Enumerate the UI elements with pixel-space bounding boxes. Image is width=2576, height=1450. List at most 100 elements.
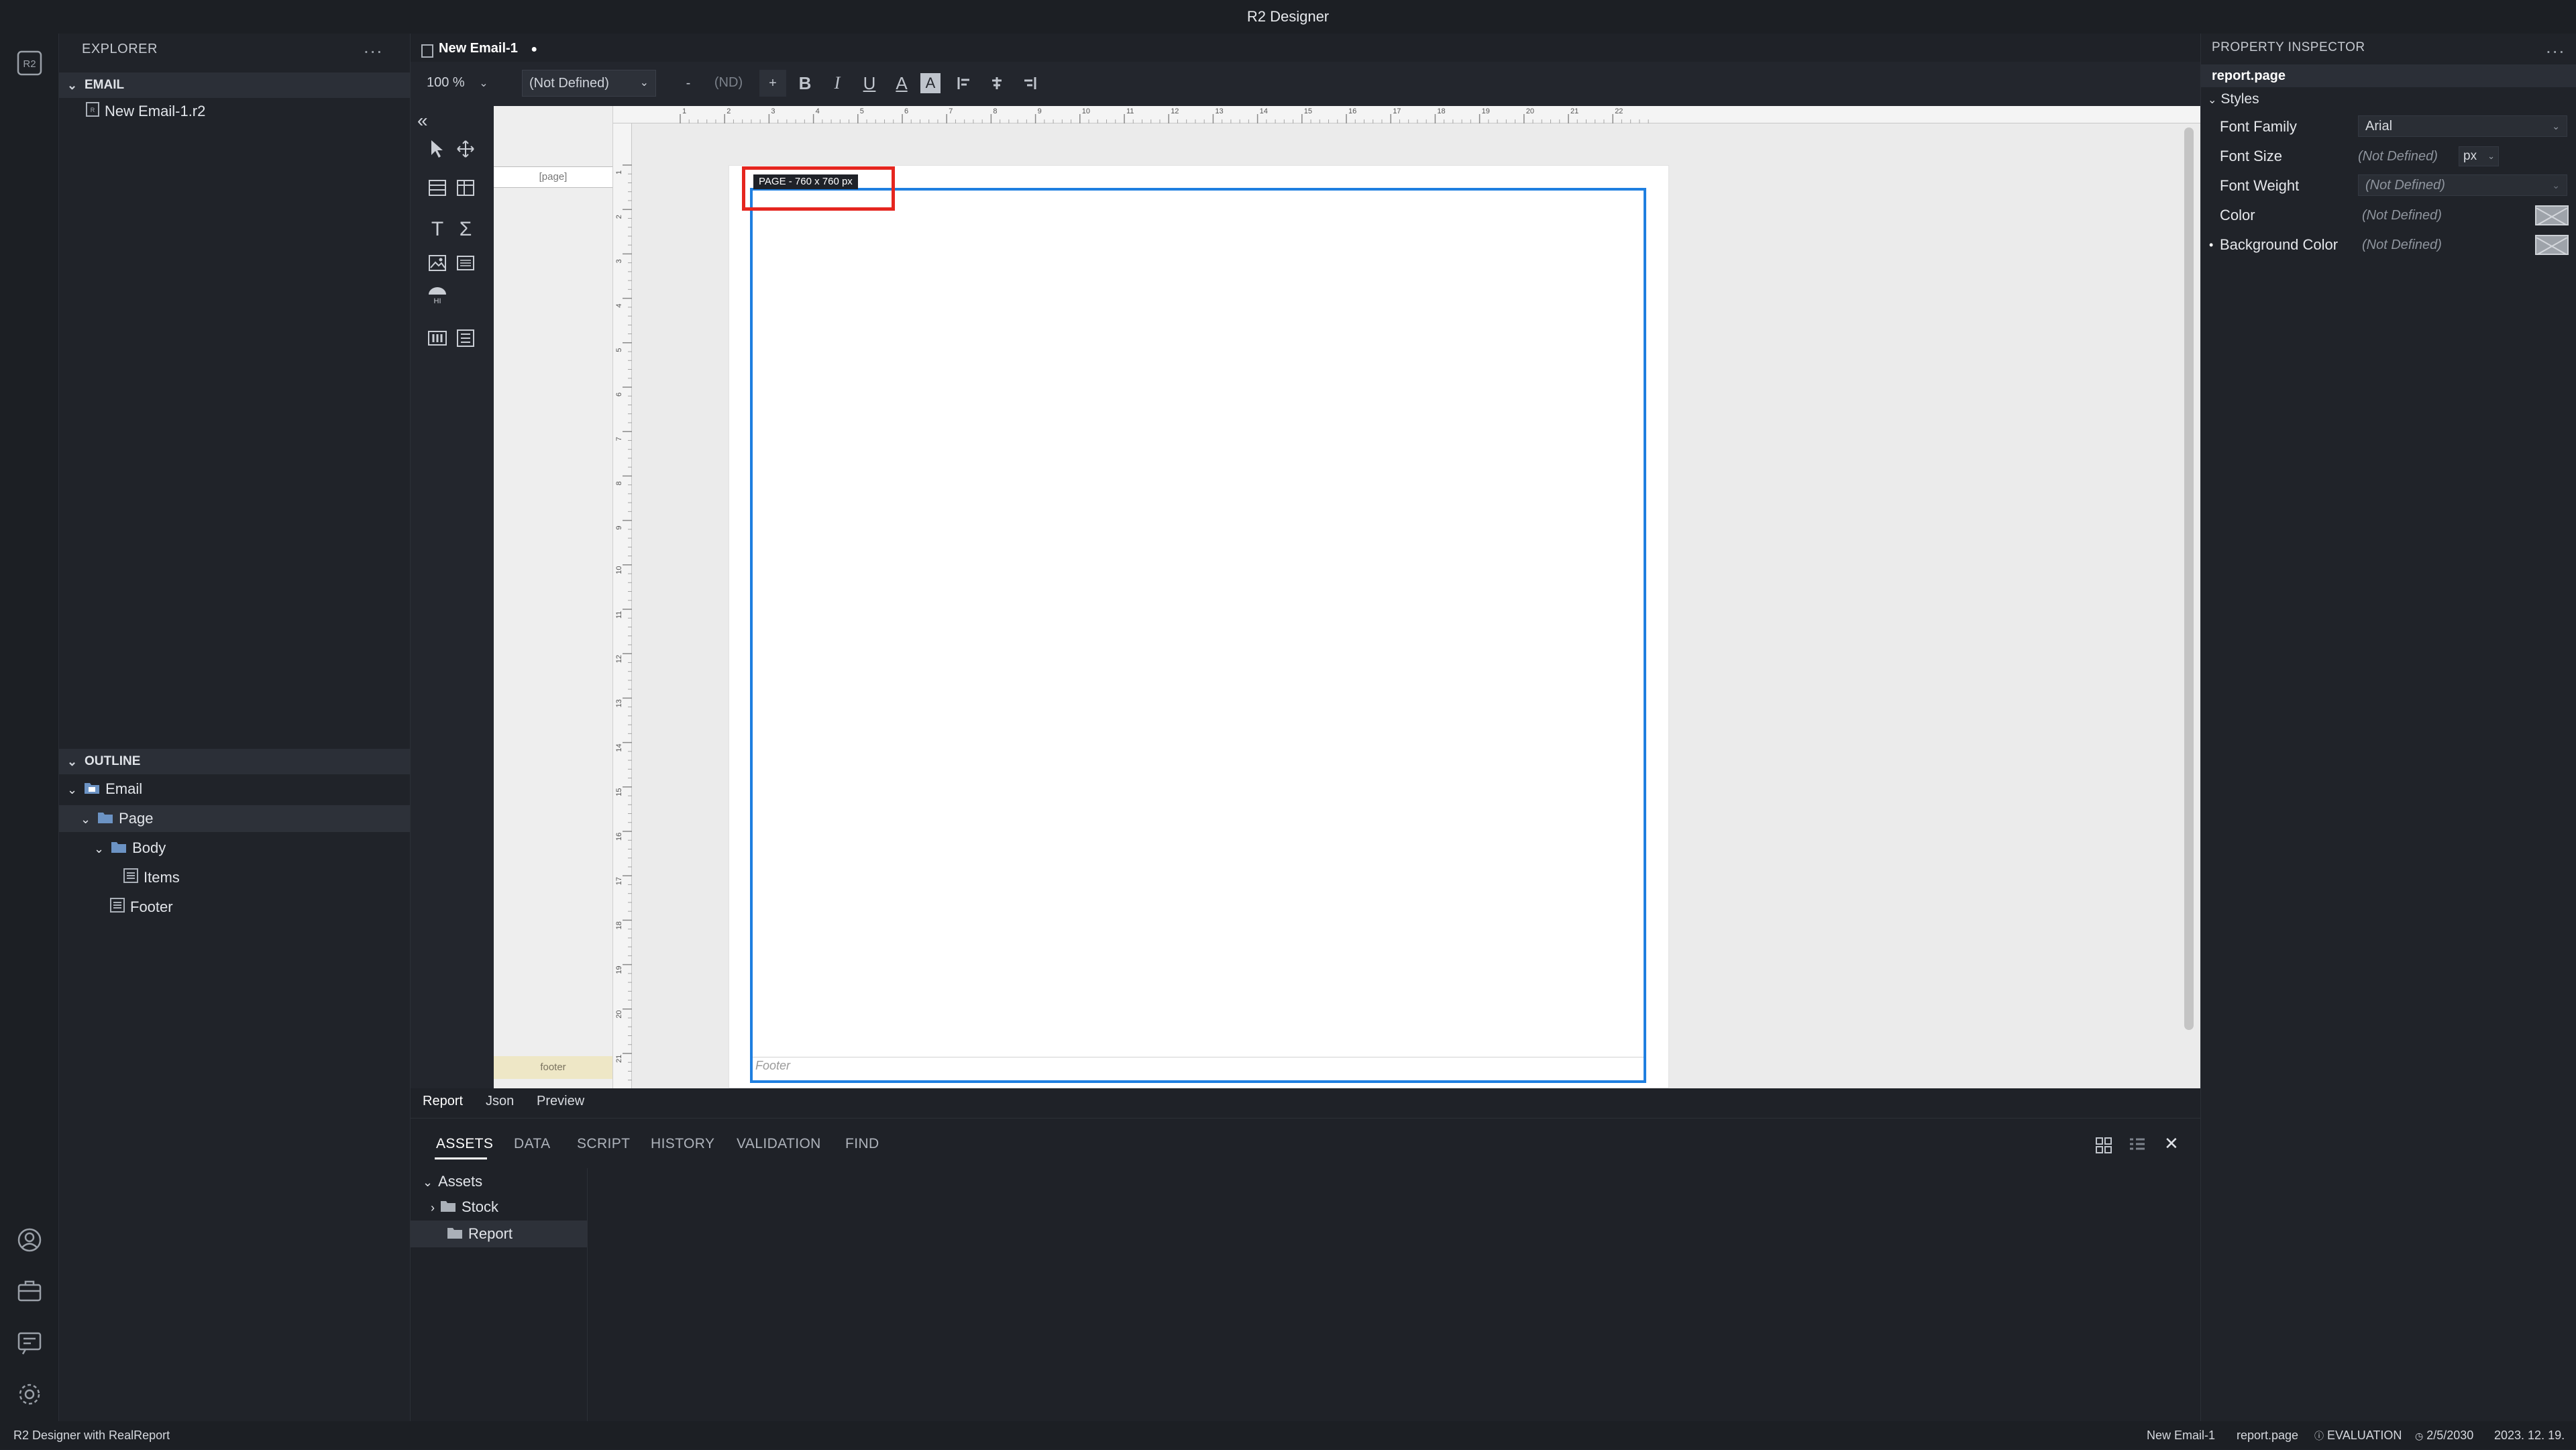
zoom-input[interactable]: 100 % (420, 70, 474, 97)
summary-tool-icon[interactable]: Σ (452, 216, 479, 243)
inspector-target: report.page (2201, 64, 2576, 87)
tab-assets[interactable]: ASSETS (436, 1136, 493, 1152)
footer-band-label[interactable]: Footer (755, 1059, 790, 1073)
outline-item-body[interactable]: ⌄ Body (59, 835, 410, 862)
ruler-label: 19 (1482, 107, 1490, 115)
assets-stock[interactable]: › Stock (431, 1194, 498, 1221)
italic-button[interactable]: I (824, 70, 851, 97)
assets-report[interactable]: Report (411, 1221, 587, 1247)
briefcase-icon[interactable] (15, 1276, 44, 1306)
font-family-select[interactable]: Arial ⌄ (2358, 115, 2567, 137)
feedback-icon[interactable] (15, 1329, 44, 1358)
color-swatch[interactable] (2535, 205, 2569, 226)
tool-palette: « T Σ HI (411, 106, 494, 1088)
tab-data[interactable]: DATA (514, 1136, 551, 1152)
font-size-increase-button[interactable]: + (759, 70, 786, 97)
table-tool-icon[interactable] (452, 174, 479, 201)
barcode-tool-icon[interactable] (452, 250, 479, 276)
status-document[interactable]: New Email-1 (2147, 1421, 2215, 1449)
prop-font-size: Font Size (Not Defined) px ⌄ (2201, 142, 2576, 170)
status-target[interactable]: report.page (2237, 1421, 2298, 1449)
font-size-input[interactable]: (Not Defined) (2358, 142, 2438, 170)
ruler-label: 6 (615, 393, 623, 397)
text-tool-icon[interactable]: T (424, 216, 451, 243)
background-color-button[interactable]: A (920, 73, 941, 93)
chevron-right-icon: › (431, 1201, 435, 1214)
select-tool-icon[interactable] (424, 136, 451, 162)
ruler-label: 11 (615, 611, 623, 619)
grid-view-icon[interactable] (2094, 1136, 2113, 1158)
ruler-label: 4 (615, 303, 623, 307)
columns-tool-icon[interactable] (424, 325, 451, 352)
expiry-label: 2/5/2030 (2426, 1429, 2474, 1442)
prop-label: Color (2220, 207, 2255, 223)
align-right-icon[interactable] (1016, 70, 1042, 97)
outline-item-page[interactable]: ⌄ Page (59, 805, 410, 832)
html-tool-icon[interactable]: HI (424, 282, 451, 309)
prop-label: Background Color (2220, 236, 2339, 253)
chevron-down-icon: ⌄ (2552, 180, 2560, 191)
tab-find[interactable]: FIND (845, 1136, 879, 1152)
list-icon (110, 894, 125, 921)
outline-item-items[interactable]: Items (59, 864, 410, 891)
view-tab-json[interactable]: Json (486, 1094, 514, 1109)
list-tool-icon[interactable] (452, 325, 479, 352)
page-selection-frame[interactable] (750, 188, 1646, 1083)
active-tab-indicator (435, 1157, 487, 1159)
outline-section-header[interactable]: ⌄ OUTLINE (59, 749, 410, 774)
vertical-ruler: 1 2 3 4 5 6 7 8 9 10 11 12 13 14 15 16 17 18 19 20 21 (613, 123, 632, 1088)
file-item[interactable]: R New Email-1.r2 (86, 98, 205, 125)
close-panel-button[interactable]: ✕ (2164, 1133, 2179, 1154)
inspector-more-button[interactable]: ... (2546, 36, 2565, 58)
styles-group-header[interactable]: ⌄ Styles (2208, 91, 2259, 107)
outline-item-label: Footer (130, 898, 173, 915)
font-color-button[interactable]: A (888, 70, 915, 97)
assets-root[interactable]: ⌄ Assets (423, 1168, 482, 1195)
font-size-unit-select[interactable]: px ⌄ (2459, 146, 2499, 166)
font-weight-select[interactable]: (Not Defined) ⌄ (2358, 174, 2567, 196)
zoom-dropdown-chevron-icon[interactable]: ⌄ (474, 70, 494, 97)
move-tool-icon[interactable] (452, 136, 479, 162)
font-size-input[interactable]: (ND) (702, 70, 755, 97)
canvas-scrollbar[interactable] (2184, 127, 2194, 1030)
svg-text:R2: R2 (23, 58, 36, 70)
outline-item-label: Page (119, 810, 154, 827)
chevron-down-icon: ⌄ (67, 79, 78, 92)
chevron-down-icon: ⌄ (2487, 151, 2495, 161)
align-center-icon[interactable] (983, 70, 1010, 97)
font-size-decrease-button[interactable]: - (675, 70, 702, 97)
collapse-palette-button[interactable]: « (417, 110, 428, 132)
tab-validation[interactable]: VALIDATION (737, 1136, 821, 1152)
email-section-header[interactable]: ⌄ EMAIL (59, 72, 410, 98)
list-view-icon[interactable] (2128, 1136, 2147, 1158)
explorer-more-button[interactable]: ... (364, 36, 383, 58)
ruler-label: 18 (615, 921, 623, 929)
tab-history[interactable]: HISTORY (651, 1136, 714, 1152)
view-tab-report[interactable]: Report (423, 1094, 463, 1109)
font-family-select[interactable]: (Not Defined) ⌄ (522, 70, 656, 97)
tab-script[interactable]: SCRIPT (577, 1136, 630, 1152)
view-tab-preview[interactable]: Preview (537, 1094, 584, 1109)
ruler-label: 15 (1304, 107, 1312, 115)
bold-button[interactable]: B (792, 70, 818, 97)
image-tool-icon[interactable] (424, 250, 451, 276)
band-footer[interactable]: footer (494, 1056, 612, 1079)
r2-logo-icon[interactable]: R2 (15, 48, 44, 78)
ruler-label: 13 (615, 699, 623, 707)
property-inspector: PROPERTY INSPECTOR ... report.page ⌄ Styl… (2200, 34, 2576, 1421)
user-icon[interactable] (15, 1225, 44, 1255)
chevron-down-icon: ⌄ (2552, 121, 2560, 132)
band-page[interactable]: [page] (494, 166, 612, 188)
align-left-icon[interactable] (951, 70, 978, 97)
chevron-down-icon: ⌄ (80, 813, 91, 826)
band-tool-icon[interactable] (424, 174, 451, 201)
underline-button[interactable]: U (856, 70, 883, 97)
background-color-swatch[interactable] (2535, 235, 2569, 256)
doc-tab-new-email-1[interactable]: New Email-1 ● (419, 36, 537, 60)
outline-item-footer[interactable]: Footer (59, 894, 410, 921)
outline-item-email[interactable]: ⌄ Email (59, 776, 410, 802)
ruler-label: 19 (615, 966, 623, 974)
modified-marker-icon: • (2209, 238, 2214, 252)
gear-icon[interactable] (15, 1380, 44, 1409)
outline-item-label: Email (105, 780, 143, 797)
